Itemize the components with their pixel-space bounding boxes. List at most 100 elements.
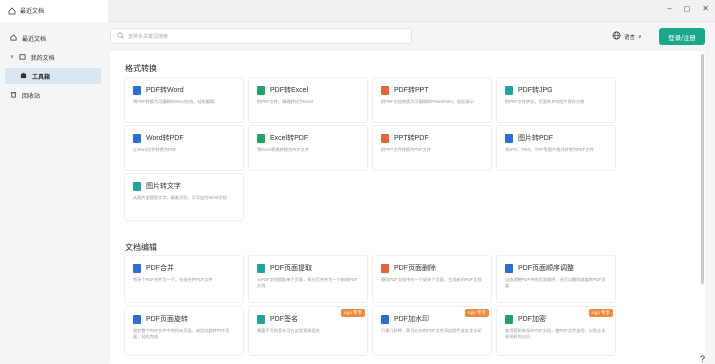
tool-card[interactable]: PPT转PDF 把PPT文件转换为PDF文件 — [372, 125, 492, 171]
tool-card-description: 将Excel表格转换为PDF文件 — [257, 147, 310, 152]
tool-panel: 格式转换 文档编辑 PDF转Word 将PDF转换为可编辑的Word文档，轻松编辑… — [110, 51, 705, 364]
tool-card-description: 自由调整PDF中的页面顺序，还可以删除或旋转PDF页面 — [505, 277, 606, 288]
main-area: 支持多关键词搜索 语言 ∨ 登录/注册 格式转换 文档编辑 PDF转Word 将P… — [106, 22, 715, 364]
language-label: 语言 — [624, 34, 636, 41]
tool-card[interactable]: 图片转PDF 将JPG、PNG、TIFF等图片格式转换为PDF文件 — [496, 125, 616, 171]
tool-card-header: PDF页面提取 — [257, 263, 312, 273]
tool-card[interactable]: PDF转Excel 把PDF文件，精确转化为Excel — [248, 77, 368, 123]
tool-card[interactable]: PDF转PPT 把PDF文档转换为可编辑的PowerPoint，轻松演示 — [372, 77, 492, 123]
tool-card-description: 把PPT文件转换为PDF文件 — [381, 147, 432, 152]
tool-card-title: 图片转文字 — [146, 183, 181, 190]
tool-card-title: Word转PDF — [146, 135, 184, 142]
search-icon — [117, 32, 124, 41]
tool-card-title: PPT转PDF — [394, 135, 429, 142]
tool-card-header: 图片转文字 — [133, 181, 181, 191]
tool-card-title: PDF转PPT — [394, 87, 429, 94]
tool-card[interactable]: PDF页面旋转旋转整个PDF文件中的所有页面，或定向旋转PDF页面，轻松完成 — [124, 306, 244, 356]
tool-card[interactable]: PDF转JPG 把PDF文件转化，页面转JPG图片保存方便 — [496, 77, 616, 123]
tool-card[interactable]: Word转PDF 让Word文件转换为PDF — [124, 125, 244, 171]
tool-card-description: 将PDF转换为可编辑的Word文档，轻松编辑 — [133, 99, 215, 104]
file-type-icon — [505, 133, 513, 143]
file-type-icon — [381, 314, 389, 324]
sidebar-item-my-documents[interactable]: ∨ 我的文档 — [0, 49, 106, 65]
tool-card-header: PDF页面顺序调整 — [505, 263, 574, 273]
tool-card[interactable]: PDF转Word 将PDF转换为可编辑的Word文档，轻松编辑 — [124, 77, 244, 123]
file-type-icon — [133, 181, 141, 191]
close-button[interactable]: ✕ — [702, 4, 709, 13]
minimize-button[interactable]: – — [667, 4, 671, 13]
search-input[interactable]: 支持多关键词搜索 — [110, 28, 412, 44]
maximize-button[interactable]: ◻ — [684, 4, 691, 13]
tool-card-header: Word转PDF — [133, 133, 184, 143]
file-type-icon — [257, 85, 265, 95]
tool-card-header: Excel转PDF — [257, 133, 308, 143]
tool-card[interactable]: PDF签名 需要手写的签名可在这里直接签名 App 专享 — [248, 306, 368, 356]
chevron-down-icon: ∨ — [638, 33, 642, 40]
tool-card-description: 旋转整个PDF文件中的所有页面，或定向旋转PDF页面，轻松完成 — [133, 328, 230, 339]
tool-card-description: 从PDF文档提取单个页面，拆分后合并为一个新的PDF文档 — [257, 277, 358, 288]
scrollbar[interactable] — [701, 54, 704, 284]
tool-card-title: PDF转Word — [146, 87, 184, 94]
window-tab-title: 最近文档 — [20, 9, 45, 15]
globe-icon — [612, 31, 621, 42]
sidebar-item-label: 回收站 — [22, 93, 41, 100]
top-bar: 支持多关键词搜索 语言 ∨ 登录/注册 — [106, 22, 715, 50]
file-type-icon — [381, 85, 389, 95]
window-tab[interactable]: 最近文档 — [0, 0, 108, 22]
file-type-icon — [505, 314, 513, 324]
file-type-icon — [381, 133, 389, 143]
tool-card-title: 图片转PDF — [518, 135, 553, 142]
file-type-icon — [133, 133, 141, 143]
chevron-down-icon: ∨ — [10, 54, 14, 60]
tool-card[interactable]: PDF合并 将多个PDF合并为一个，在线合并PDF文件 — [124, 255, 244, 303]
search-placeholder: 支持多关键词搜索 — [128, 33, 169, 40]
tool-card[interactable]: Excel转PDF 将Excel表格转换为PDF文件 — [248, 125, 368, 171]
tool-card[interactable]: PDF页面顺序调整自由调整PDF中的页面顺序，还可以删除或旋转PDF页面 — [496, 255, 616, 303]
tool-card-description: 将JPG、PNG、TIFF等图片格式转换为PDF文件 — [505, 147, 594, 152]
tool-card-title: PDF加密 — [518, 316, 546, 323]
tool-card-header: PDF转Excel — [257, 85, 308, 95]
tool-card-header: 图片转PDF — [505, 133, 553, 143]
file-type-icon — [133, 314, 141, 324]
app-exclusive-badge: App 专享 — [588, 309, 613, 317]
tool-card[interactable]: PDF加水印 只需几秒钟，即可在你的PDF文件添加图片或文字水印 App 专享 — [372, 306, 492, 356]
tool-card-header: PDF签名 — [257, 314, 298, 324]
tool-card-header: PDF页面旋转 — [133, 314, 188, 324]
section-title-document-editing: 文档编辑 — [125, 243, 157, 252]
sidebar-item-trash[interactable]: 回收站 — [0, 87, 106, 103]
section-title-format-conversion: 格式转换 — [125, 64, 157, 73]
sidebar-item-label: 最近文档 — [22, 36, 47, 43]
tool-card-title: PDF页面顺序调整 — [518, 265, 574, 272]
trash-icon — [10, 91, 17, 100]
tool-card[interactable]: 图片转文字从图片里提取文字，精准识别，可导出为Word文档 — [124, 173, 244, 221]
tool-card[interactable]: PDF页面提取从PDF文档提取单个页面，拆分后合并为一个新的PDF文档 — [248, 255, 368, 303]
file-type-icon — [505, 263, 513, 273]
tool-card[interactable]: PDF页面删除 删除PDF文档中的一个或多个页面，生成新的PDF文档 — [372, 255, 492, 303]
tool-card-header: PDF加水印 — [381, 314, 429, 324]
tool-card-title: PDF合并 — [146, 265, 174, 272]
toolbox-icon — [20, 72, 27, 81]
file-type-icon — [257, 263, 265, 273]
file-type-icon — [257, 314, 265, 324]
tool-card-description: 从图片里提取文字，精准识别，可导出为Word文档 — [133, 195, 227, 200]
window-controls: – ◻ ✕ — [667, 4, 709, 13]
tool-card-title: Excel转PDF — [270, 135, 309, 142]
sidebar-item-label: 我的文档 — [30, 55, 55, 62]
sidebar: 最近文档 ∨ 我的文档 工具箱 回收站 — [0, 22, 106, 364]
sidebar-item-recent[interactable]: 最近文档 — [0, 30, 106, 46]
tool-card-description: 让Word文件转换为PDF — [133, 147, 177, 152]
tool-card-title: PDF转JPG — [518, 87, 553, 94]
sidebar-item-toolbox[interactable]: 工具箱 — [5, 68, 101, 84]
tool-card-description: 删除PDF文档中的一个或多个页面，生成新的PDF文档 — [381, 277, 482, 282]
tool-card-header: PDF合并 — [133, 263, 174, 273]
login-register-button[interactable]: 登录/注册 — [659, 28, 705, 45]
help-button[interactable]: ? — [700, 354, 705, 364]
tool-card-header: PDF转Word — [133, 85, 184, 95]
sidebar-item-label: 工具箱 — [32, 74, 51, 81]
language-selector[interactable]: 语言 ∨ — [612, 31, 642, 42]
file-type-icon — [381, 263, 389, 273]
tool-card-title: PDF签名 — [270, 316, 298, 323]
app-window: 最近文档 – ◻ ✕ 最近文档 ∨ 我的文档 工具箱 回收站 支持多关键词搜索 … — [0, 0, 715, 364]
tool-card[interactable]: PDF加密 使用密码来保护PDF文档，使PDF文件加密，以防止未经授权的访问 App… — [496, 306, 616, 356]
tool-card-header: PDF加密 — [505, 314, 546, 324]
